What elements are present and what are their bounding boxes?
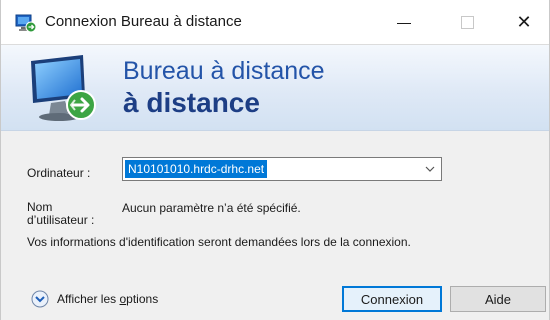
banner-title-line1: Bureau à distance xyxy=(123,57,325,85)
help-button[interactable]: Aide xyxy=(450,286,546,312)
maximize-icon xyxy=(460,15,474,29)
minimize-icon xyxy=(397,22,411,24)
computer-combobox[interactable]: N10101010.hrdc-drhc.net xyxy=(122,157,442,181)
show-options-label[interactable]: Afficher les options xyxy=(57,292,158,306)
close-button[interactable]: ✕ xyxy=(501,0,547,44)
window-title: Connexion Bureau à distance xyxy=(45,13,242,30)
banner-title-line2: à distance xyxy=(123,87,260,118)
remote-desktop-monitor-icon xyxy=(31,55,96,121)
show-options-toggle[interactable]: Afficher les options xyxy=(31,289,158,309)
username-label-line1: Nom xyxy=(27,200,53,214)
app-icon xyxy=(15,14,37,33)
credentials-info-text: Vos informations d'identification seront… xyxy=(27,235,411,249)
username-label: Nom d’utilisateur : xyxy=(27,201,94,227)
header-banner: Bureau à distance à distance xyxy=(1,45,549,131)
minimize-button[interactable] xyxy=(381,0,427,44)
computer-input[interactable]: N10101010.hrdc-drhc.net xyxy=(125,160,268,178)
dropdown-arrow[interactable] xyxy=(419,158,441,180)
computer-label: Ordinateur : xyxy=(27,166,91,180)
username-label-line2: d’utilisateur : xyxy=(27,213,95,227)
username-value: Aucun paramètre n’a été spécifié. xyxy=(122,201,301,215)
chevron-down-icon xyxy=(425,166,435,172)
close-icon: ✕ xyxy=(516,11,532,32)
expand-options-icon xyxy=(31,290,49,308)
title-bar[interactable]: Connexion Bureau à distance ✕ xyxy=(1,0,549,45)
connect-button[interactable]: Connexion xyxy=(342,286,442,312)
rdp-window: Connexion Bureau à distance ✕ Bureau à d… xyxy=(0,0,550,320)
maximize-button[interactable] xyxy=(444,0,490,44)
